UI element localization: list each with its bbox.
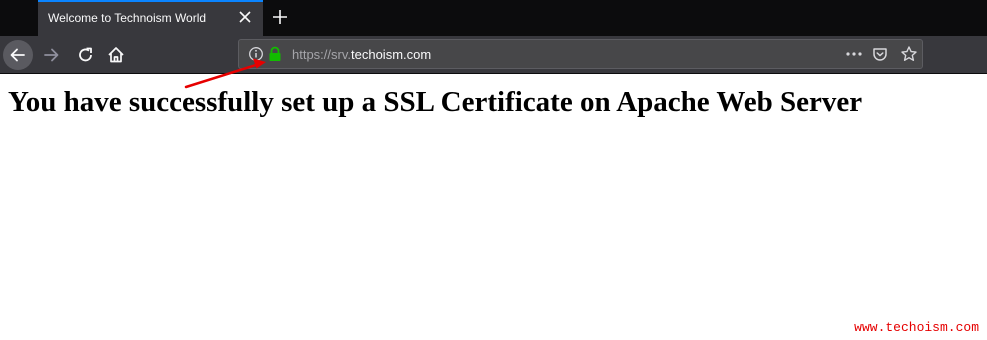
- url-host: techoism.com: [351, 47, 432, 62]
- forward-arrow-icon[interactable]: [37, 40, 67, 70]
- reload-icon[interactable]: [71, 40, 101, 70]
- plus-icon[interactable]: [270, 7, 290, 27]
- home-icon[interactable]: [101, 40, 131, 70]
- back-arrow-icon[interactable]: [3, 40, 33, 70]
- address-bar[interactable]: https://srv.techoism.com: [238, 39, 923, 69]
- tab-title: Welcome to Technoism World: [48, 11, 207, 25]
- active-tab[interactable]: Welcome to Technoism World: [38, 0, 263, 36]
- watermark: www.techoism.com: [854, 320, 979, 335]
- pocket-icon[interactable]: [872, 46, 888, 62]
- lock-icon[interactable]: [268, 46, 282, 62]
- close-icon[interactable]: [237, 9, 253, 25]
- meatball-menu-icon[interactable]: [845, 46, 863, 62]
- star-icon[interactable]: [900, 45, 918, 63]
- info-icon[interactable]: [248, 46, 264, 62]
- url-text[interactable]: https://srv.techoism.com: [292, 47, 431, 62]
- page-heading: You have successfully set up a SSL Certi…: [8, 86, 863, 118]
- navigation-toolbar: https://srv.techoism.com: [0, 36, 987, 74]
- url-prefix: https://srv.: [292, 47, 351, 62]
- tab-strip: Welcome to Technoism World: [0, 0, 987, 36]
